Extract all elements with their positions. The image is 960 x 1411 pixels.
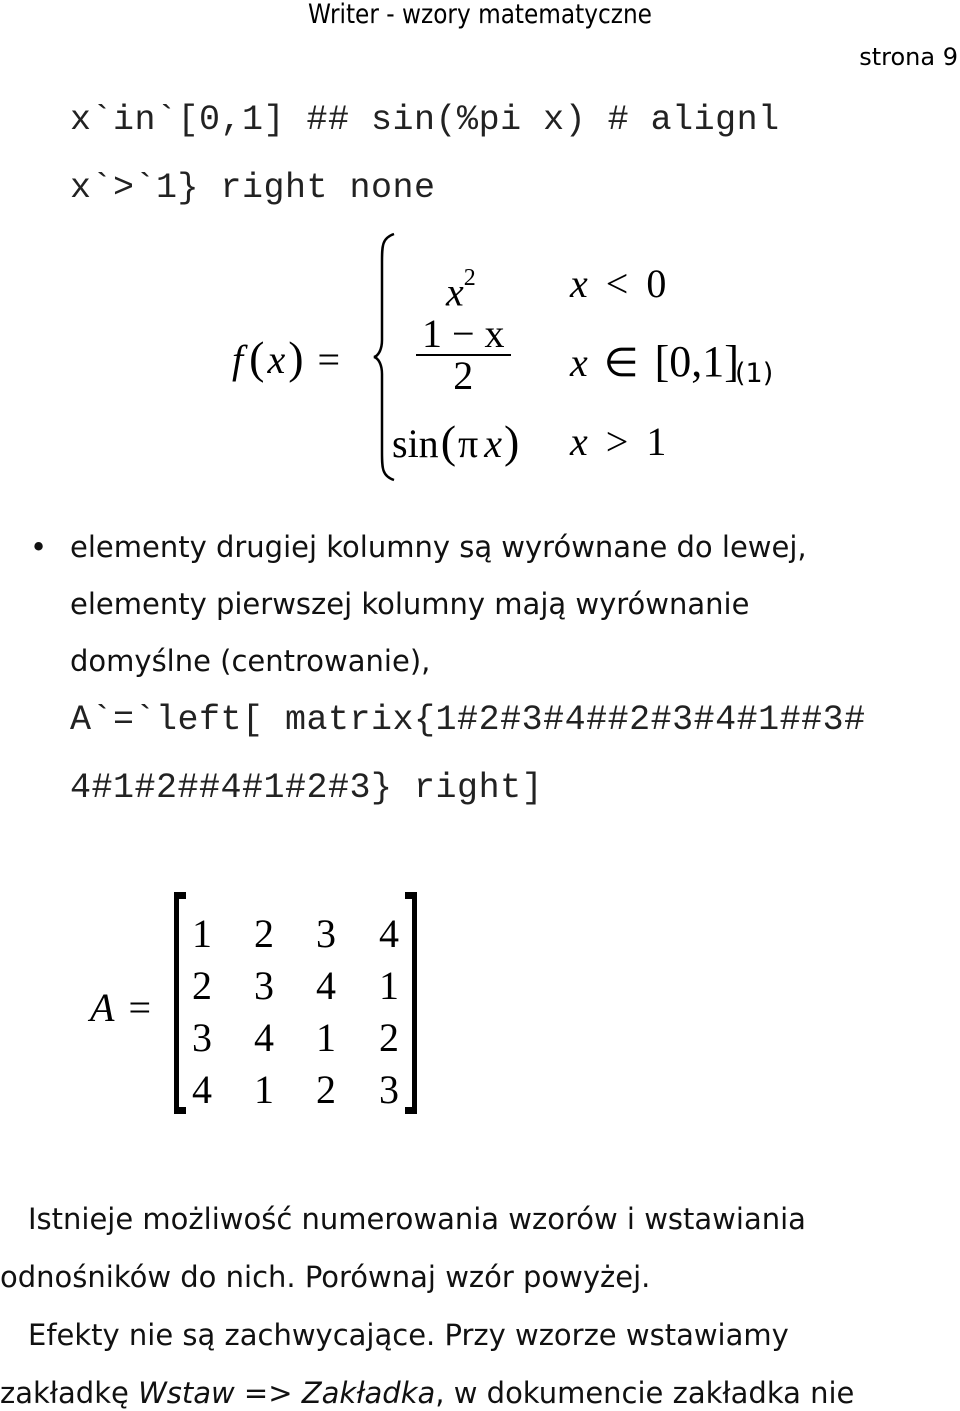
fraction-numerator: 1 − x	[416, 314, 511, 356]
var-x: x	[570, 419, 588, 464]
case-2-expression: 1 − x 2	[416, 314, 511, 396]
var-x: x	[267, 337, 286, 382]
matrix-cell: 3	[254, 963, 274, 1008]
text: =>	[234, 1376, 302, 1410]
matrix-cell: 4	[316, 963, 336, 1008]
function-f: f	[232, 337, 244, 382]
matrix-cell: 3	[192, 1015, 212, 1060]
matrix-cell: 4	[254, 1015, 274, 1060]
formula-lhs: f (x) =	[232, 335, 341, 382]
case-3-condition: x > 1	[570, 420, 666, 464]
matrix-cell: 3	[379, 1067, 399, 1112]
formula-code-line: x`in`[0,1] ## sin(%pi x) # alignl	[70, 100, 780, 140]
pi-symbol: π	[458, 421, 479, 466]
bullet-text-line: elementy pierwszej kolumny mają wyrównan…	[70, 587, 750, 621]
equation-number: (1)	[735, 358, 774, 389]
text: , w dokumencie zakładka nie	[435, 1376, 855, 1410]
value: 1	[646, 419, 667, 464]
matrix-cell: 4	[379, 911, 399, 956]
matrix-cell: 2	[316, 1067, 336, 1112]
page-number: strona 9	[859, 43, 958, 71]
matrix-cell: 2	[192, 963, 212, 1008]
paragraph-line: Efekty nie są zachwycające. Przy wzorze …	[28, 1318, 789, 1352]
var-x: x	[570, 261, 588, 306]
paragraph-line: Istnieje możliwość numerowania wzorów i …	[28, 1202, 806, 1236]
matrix-cell: 1	[254, 1067, 274, 1112]
paragraph-line: zakładkę Wstaw => Zakładka, w dokumencie…	[0, 1376, 854, 1410]
matrix-code-line: A`=`left[ matrix{1#2#3#4##2#3#4#1##3#	[70, 700, 866, 740]
equals-sign: =	[128, 985, 151, 1030]
greater-than-sign: >	[605, 419, 629, 464]
less-than-sign: <	[605, 261, 629, 306]
function-sin: sin	[392, 421, 439, 466]
bullet-icon: •	[30, 530, 48, 564]
var-A: A	[90, 985, 115, 1030]
matrix-lhs: A =	[90, 986, 151, 1030]
matrix-cell: 4	[192, 1067, 212, 1112]
document-header-title: Writer - wzory matematyczne	[308, 0, 652, 30]
matrix-cell: 1	[192, 911, 212, 956]
var-x: x	[446, 269, 464, 315]
value: 0	[646, 261, 667, 306]
case-2-condition: x ∈ [0,1]	[570, 340, 739, 385]
fraction: 1 − x 2	[416, 314, 511, 396]
interval: [0,1]	[654, 337, 739, 386]
case-3-expression: sin(π x)	[392, 419, 519, 466]
matrix-cell: 1	[379, 963, 399, 1008]
paren-close: )	[288, 332, 304, 383]
paren-open: (	[249, 332, 265, 383]
paren-close: )	[503, 416, 520, 467]
matrix-code-line: 4#1#2##4#1#2#3} right]	[70, 768, 544, 808]
case-1-expression: x2	[446, 262, 476, 314]
var-x: x	[570, 340, 588, 385]
matrix-cell: 1	[316, 1015, 336, 1060]
fraction-denominator: 2	[453, 353, 474, 398]
menu-reference-zakladka: Zakładka	[301, 1376, 436, 1410]
element-of-sign: ∈	[603, 340, 639, 385]
equals-sign: =	[317, 337, 341, 382]
formula-code-line: x`>`1} right none	[70, 168, 436, 208]
paragraph-line: odnośników do nich. Porównaj wzór powyże…	[0, 1260, 651, 1294]
paren-open: (	[440, 416, 457, 467]
menu-reference-wstaw: Wstaw	[138, 1376, 235, 1410]
matrix-cell: 3	[316, 911, 336, 956]
bullet-text-line: elementy drugiej kolumny są wyrównane do…	[70, 530, 807, 564]
var-x: x	[484, 421, 502, 466]
matrix-cell: 2	[379, 1015, 399, 1060]
exponent: 2	[463, 265, 476, 291]
bullet-text-line: domyślne (centrowanie),	[70, 644, 431, 678]
case-1-condition: x < 0	[570, 262, 666, 306]
matrix-cell: 2	[254, 911, 274, 956]
text: zakładkę	[0, 1376, 139, 1410]
